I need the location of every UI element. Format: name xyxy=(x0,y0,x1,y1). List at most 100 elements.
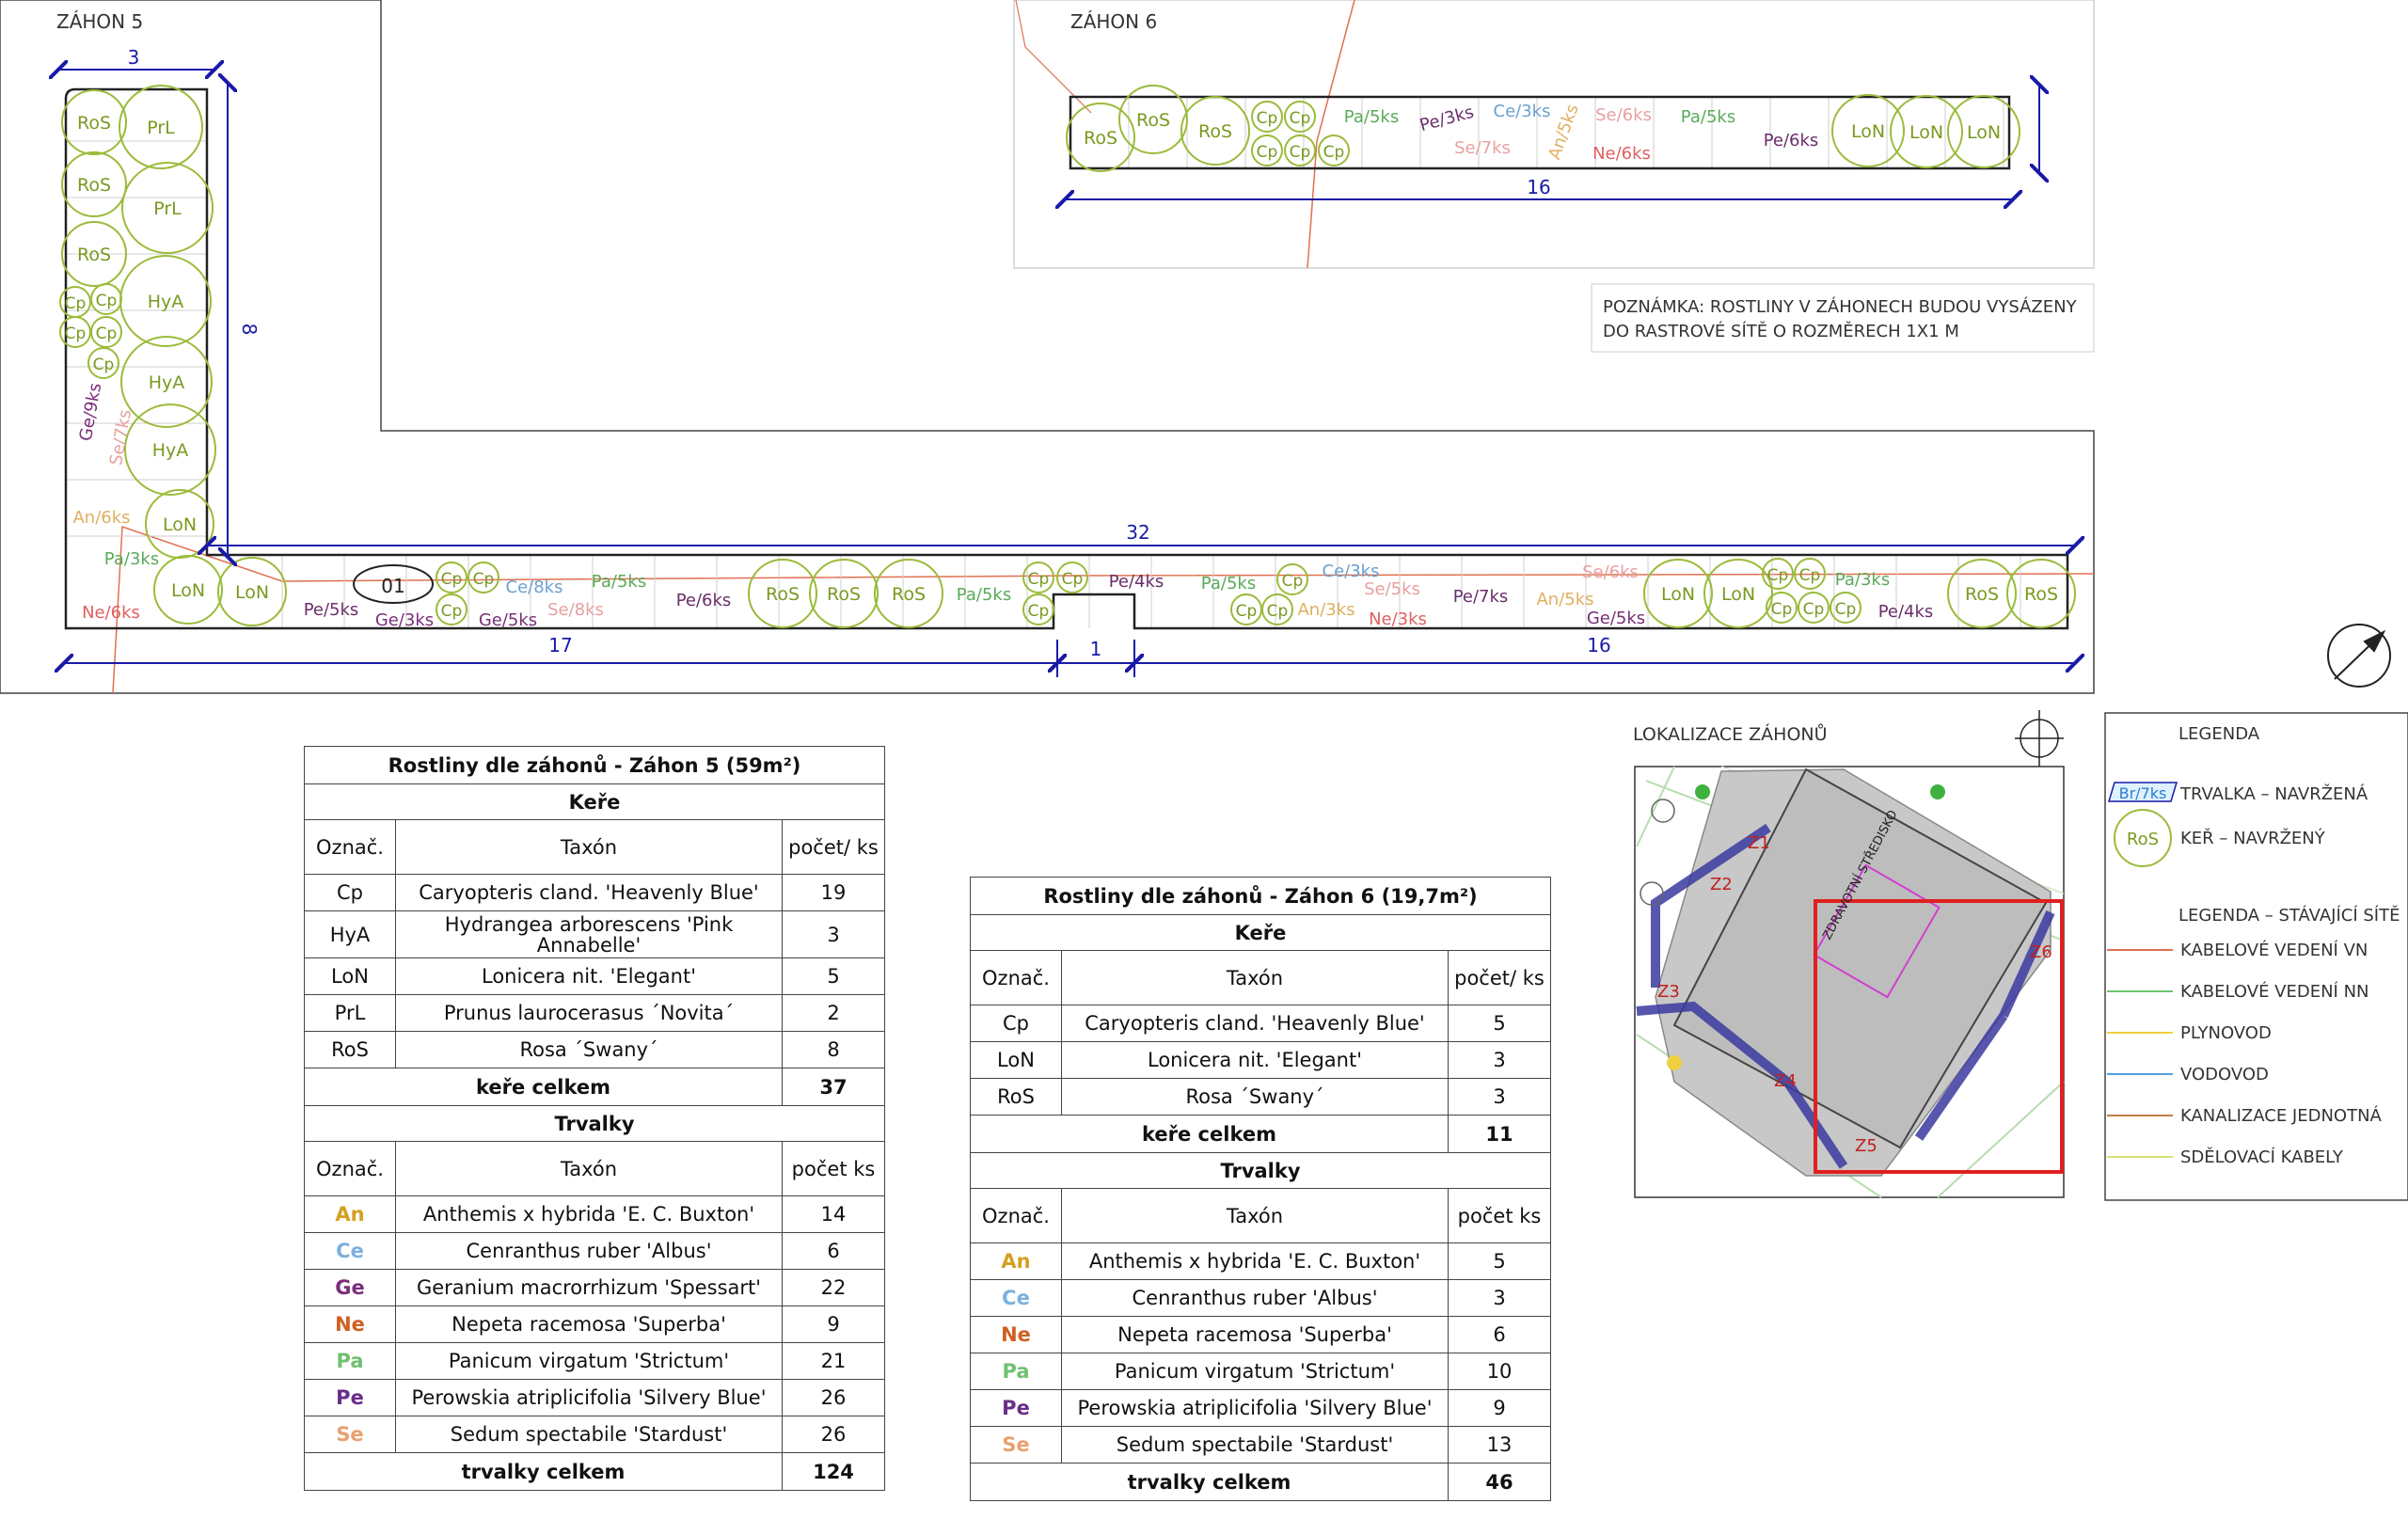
plant-label: Cp xyxy=(93,356,115,374)
zahon5-shrub-12: HyA xyxy=(124,403,216,496)
plant-label: Cp xyxy=(441,602,463,621)
plant-label: Ne/3ks xyxy=(1369,609,1427,629)
zahon5-perennial-18: Ne/3ks xyxy=(1369,609,1427,629)
row-count: 14 xyxy=(782,1195,885,1233)
plant-label: Ce/3ks xyxy=(1494,102,1551,121)
zahon6-shrub-7: Cp xyxy=(1318,134,1350,166)
plant-label: Ce/3ks xyxy=(1323,562,1380,581)
table-row: Pa Panicum virgatum 'Strictum' 21 xyxy=(304,1342,885,1380)
row-taxon: Anthemis x hybrida 'E. C. Buxton' xyxy=(395,1195,783,1233)
row-code: LoN xyxy=(304,957,396,995)
zahon5-shrub-29: LoN xyxy=(1703,559,1773,628)
table5-col-code-2: Označ. xyxy=(304,1141,396,1196)
row-code: Se xyxy=(304,1416,396,1453)
zahon5-shrub-34: Cp xyxy=(1830,592,1861,624)
row-code: Pe xyxy=(970,1389,1062,1427)
zahon5-shrub-17: Cp xyxy=(467,562,499,593)
row-count: 10 xyxy=(1448,1353,1551,1390)
plant-label: Ge/5ks xyxy=(479,610,537,630)
zahon5-shrub-30: Cp xyxy=(1762,558,1794,590)
plant-label: Pa/5ks xyxy=(1344,107,1399,127)
table5-col-count-2: počet ks xyxy=(782,1141,885,1196)
plant-label: LoN xyxy=(163,514,197,535)
zahon5-perennial-20: An/5ks xyxy=(1536,590,1593,609)
map-title: LOKALIZACE ZÁHONŮ xyxy=(1633,722,1828,745)
row-code: RoS xyxy=(970,1078,1062,1116)
row-taxon: Caryopteris cland. 'Heavenly Blue' xyxy=(395,874,783,911)
row-count: 19 xyxy=(782,874,885,911)
row-code: Cp xyxy=(304,874,396,911)
zahon6-shrub-9: LoN xyxy=(1890,95,1963,168)
row-count: 26 xyxy=(782,1379,885,1416)
zahon6-shrub-2: RoS xyxy=(1180,96,1250,166)
plant-label: Ge/3ks xyxy=(375,610,434,630)
table-row: Ce Cenranthus ruber 'Albus' 6 xyxy=(304,1232,885,1270)
plant-label: Cp xyxy=(96,324,118,343)
table-zahon5: Rostliny dle záhonů - Záhon 5 (59m²) Keř… xyxy=(304,746,885,1491)
plant-label: RoS xyxy=(892,584,926,605)
dim-z6: 16 xyxy=(1527,176,1550,198)
plant-label: Se/6ks xyxy=(1582,562,1639,582)
row-code: Pe xyxy=(304,1379,396,1416)
table5-col-taxon: Taxón xyxy=(395,819,783,875)
plant-label: Cp xyxy=(1771,600,1793,619)
row-count: 3 xyxy=(782,910,885,958)
table-row: Cp Caryopteris cland. 'Heavenly Blue' 5 xyxy=(970,1005,1551,1042)
zahon5-shrub-32: Cp xyxy=(1766,592,1798,624)
plant-label: LoN xyxy=(1661,584,1695,605)
plant-label: Cp xyxy=(1290,143,1311,162)
row-code: Ne xyxy=(970,1316,1062,1353)
plant-label: Pe/5ks xyxy=(304,600,359,620)
row-count: 5 xyxy=(1448,1005,1551,1042)
plant-label: HyA xyxy=(152,440,189,461)
north-arrow-icon xyxy=(2327,624,2391,688)
plant-label: Pe/4ks xyxy=(1109,572,1164,592)
legend-networks-title: LEGENDA – STÁVAJÍCÍ SÍTĚ xyxy=(2178,905,2400,926)
zahon5-shrub-23: Cp xyxy=(1056,562,1088,593)
plant-label: Cp xyxy=(1267,602,1289,621)
row-taxon: Perowskia atriplicifolia 'Silvery Blue' xyxy=(1061,1389,1449,1427)
table6-col-taxon: Taxón xyxy=(1061,950,1449,1005)
plant-label: Pe/7ks xyxy=(1453,587,1509,607)
zahon5-perennial-24: Pe/4ks xyxy=(1878,602,1934,622)
plant-label: PrL xyxy=(147,118,175,138)
plant-label: Cp xyxy=(1282,572,1304,591)
table5-perennials-label: Trvalky xyxy=(304,1105,885,1142)
row-taxon: Cenranthus ruber 'Albus' xyxy=(395,1232,783,1270)
table5-shrubs-total: 37 xyxy=(782,1068,885,1106)
table-row: An Anthemis x hybrida 'E. C. Buxton' 14 xyxy=(304,1195,885,1233)
row-count: 3 xyxy=(1448,1078,1551,1116)
plant-label: LoN xyxy=(1721,584,1755,605)
plant-label: Se/8ks xyxy=(547,600,604,620)
plant-label: Cp xyxy=(1257,109,1278,128)
note-box xyxy=(1591,283,2095,353)
dim-gap: 1 xyxy=(1090,638,1102,660)
zahon5-shrub-27: Cp xyxy=(1261,593,1293,625)
zahon6-shrub-8: LoN xyxy=(1831,94,1905,167)
row-count: 5 xyxy=(1448,1242,1551,1280)
note-line-2: DO RASTROVÉ SÍTĚ O ROZMĚRECH 1X1 M xyxy=(1603,321,1959,341)
plant-label: Pa/5ks xyxy=(957,585,1011,605)
zahon5-shrub-5: HyA xyxy=(119,255,212,347)
row-taxon: Rosa ´Swany´ xyxy=(1061,1078,1449,1116)
table-row: Se Sedum spectabile 'Stardust' 13 xyxy=(970,1426,1551,1464)
plant-label: RoS xyxy=(1198,121,1232,142)
map-zone-label-4: Z5 xyxy=(1855,1136,1877,1156)
plant-label: Pe/6ks xyxy=(676,591,732,610)
zahon6-shrub-3: Cp xyxy=(1251,101,1283,133)
zahon5-perennial-19: Pe/7ks xyxy=(1453,587,1509,607)
zahon6-perennial-6: Ne/6ks xyxy=(1592,144,1651,164)
legend-perennial-sample: Br/7ks xyxy=(2119,784,2167,802)
zahon5-perennial-1: Se/7ks xyxy=(106,408,135,467)
zahon6-perennial-2: Ce/3ks xyxy=(1494,102,1551,121)
network-label-1: KABELOVÉ VEDENÍ NN xyxy=(2180,981,2369,1002)
plant-label: Cp xyxy=(1835,600,1857,619)
plant-label: Ne/6ks xyxy=(1592,144,1651,164)
row-code: RoS xyxy=(304,1031,396,1068)
plant-label: Cp xyxy=(65,324,87,343)
row-taxon: Rosa ´Swany´ xyxy=(395,1031,783,1068)
plant-label: An/3ks xyxy=(1297,600,1354,620)
row-taxon: Nepeta racemosa 'Superba' xyxy=(1061,1316,1449,1353)
table6-col-count-2: počet ks xyxy=(1448,1188,1551,1243)
table-row: LoN Lonicera nit. 'Elegant' 5 xyxy=(304,957,885,995)
